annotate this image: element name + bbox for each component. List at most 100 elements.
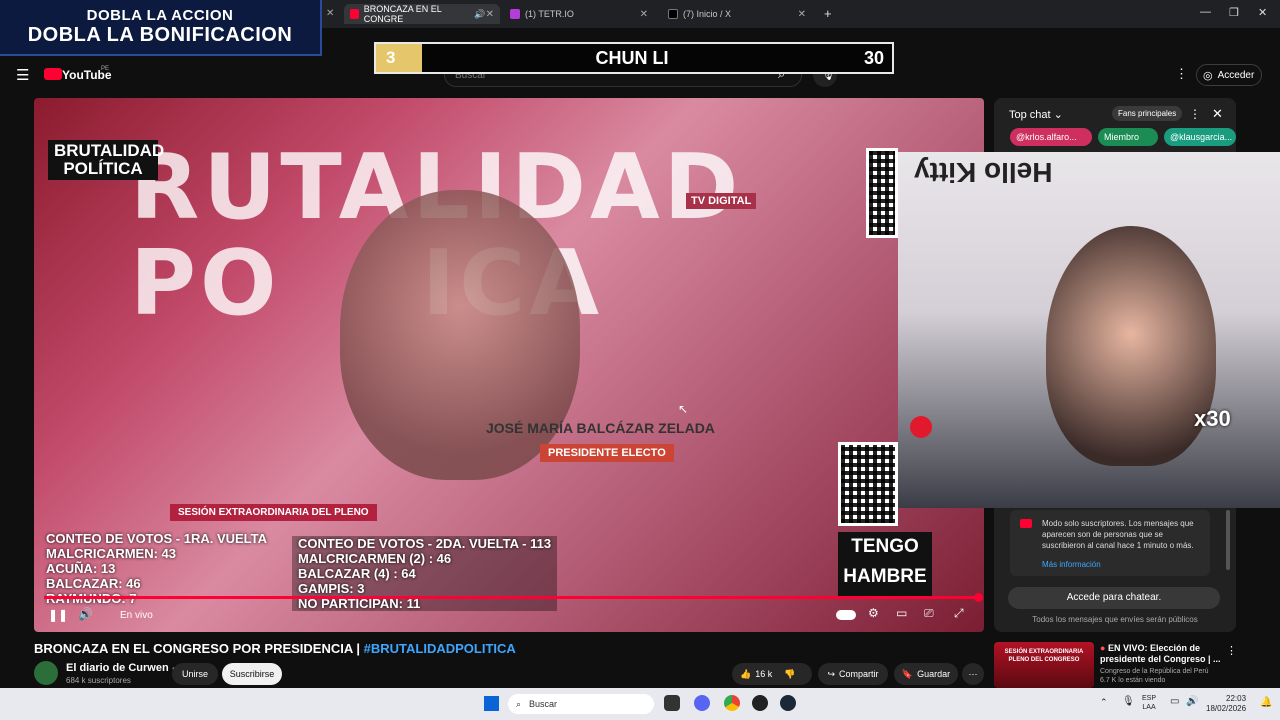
tab-broncaza[interactable]: BRONCAZA EN EL CONGRE 🔊 ✕ — [344, 4, 500, 24]
member-pill[interactable]: Miembro — [1098, 128, 1158, 146]
more-actions-icon[interactable]: ⋯ — [962, 663, 984, 685]
tetrio-favicon-icon — [510, 9, 520, 19]
vote-line: MALCRICARMEN: 43 — [46, 546, 176, 561]
vote-line: CONTEO DE VOTOS - 1RA. VUELTA — [46, 531, 268, 546]
public-messages-note: Todos los mensajes que envíes serán públ… — [1032, 615, 1198, 624]
signin-button[interactable]: ◎ Acceder — [1196, 64, 1262, 86]
clock[interactable]: 22:03 18/02/2026 — [1206, 694, 1246, 714]
share-label: Compartir — [839, 669, 879, 679]
join-button[interactable]: Unirse — [172, 663, 218, 685]
windows-start-icon[interactable] — [484, 696, 499, 711]
promo-line-2: DOBLA LA BONIFICACION — [27, 24, 293, 46]
hungry-line-2: HAMBRE — [843, 566, 927, 587]
tab-label: BRONCAZA EN EL CONGRE — [363, 4, 442, 24]
taskbar-search-input[interactable]: ⌕ Buscar — [508, 694, 654, 714]
session-banner: SESIÓN EXTRAORDINARIA DEL PLENO — [170, 504, 377, 521]
multiplier-badge: x30 — [1194, 406, 1231, 431]
settings-icon[interactable]: ⚙ — [868, 606, 879, 620]
close-tab-icon[interactable]: ✕ — [326, 8, 334, 19]
steam-icon[interactable] — [780, 695, 796, 711]
cast-icon[interactable]: ⎚ — [924, 606, 934, 621]
close-chat-icon[interactable]: ✕ — [1212, 106, 1223, 122]
save-button[interactable]: 🔖 Guardar — [894, 663, 958, 685]
like-count: 16 k — [755, 669, 773, 679]
close-tab-icon[interactable]: ✕ — [486, 9, 494, 20]
subscribe-button[interactable]: Suscribirse — [222, 663, 282, 685]
pause-icon[interactable]: ❚❚ — [48, 608, 68, 622]
chat-scrollbar[interactable] — [1226, 510, 1230, 570]
chat-mode-dropdown[interactable]: Top chat ⌄ — [1009, 108, 1063, 121]
task-view-icon[interactable] — [664, 695, 680, 711]
hashtag-link[interactable]: #BRUTALIDADPOLITICA — [364, 641, 516, 656]
share-button[interactable]: ↪ Compartir — [818, 663, 888, 685]
thumbs-down-icon[interactable]: 👎 — [784, 669, 795, 680]
more-info-link[interactable]: Más información — [1042, 559, 1202, 570]
system-tray-chevron-icon[interactable]: ⌃ — [1100, 697, 1108, 708]
x-favicon-icon — [668, 9, 678, 19]
chrome-icon[interactable] — [724, 695, 740, 711]
minimize-icon[interactable]: — — [1200, 6, 1211, 18]
new-tab-button[interactable]: + — [824, 6, 832, 21]
maximize-icon[interactable]: ❐ — [1229, 6, 1239, 19]
volume-icon[interactable]: 🔊 — [1186, 696, 1198, 707]
qr-code-icon — [866, 148, 898, 238]
notifications-icon[interactable]: 🔔 — [1260, 697, 1272, 708]
vote-count-second-round: CONTEO DE VOTOS - 2DA. VUELTA - 113 MALC… — [292, 536, 558, 611]
chat-user-pill[interactable]: @krlos.alfaro... — [1010, 128, 1092, 146]
live-indicator[interactable]: En vivo — [120, 610, 153, 621]
like-button[interactable]: 👍 16 k 👎 — [732, 663, 812, 685]
autoplay-toggle[interactable] — [836, 610, 856, 620]
related-channel[interactable]: Congreso de la República del Perú — [1100, 667, 1240, 676]
tab-x[interactable]: (7) Inicio / X ✕ — [662, 4, 812, 24]
video-title-text: BRONCAZA EN EL CONGRESO POR PRESIDENCIA … — [34, 641, 364, 656]
obs-icon[interactable] — [752, 695, 768, 711]
progress-scrubber[interactable] — [974, 593, 983, 602]
notice-text: Modo solo suscriptores. Los mensajes que… — [1042, 519, 1194, 550]
player-rank: 3 — [376, 44, 422, 72]
tab-label: (1) TETR.IO — [525, 9, 574, 19]
chat-user-pill[interactable]: @klausgarcia... — [1164, 128, 1236, 146]
theater-mode-icon[interactable]: ▭ — [896, 606, 907, 620]
vote-count-first-round: CONTEO DE VOTOS - 1RA. VUELTA MALCRICARM… — [46, 531, 267, 606]
vote-line: BALCAZAR (4) : 64 — [298, 566, 416, 581]
player-score: 30 — [863, 47, 884, 68]
tab-tetrio[interactable]: (1) TETR.IO ✕ — [504, 4, 654, 24]
account-icon: ◎ — [1203, 69, 1213, 82]
menu-icon[interactable]: ☰ — [16, 66, 29, 84]
network-icon[interactable]: ▭ — [1170, 696, 1179, 707]
top-fans-badge[interactable]: Fans principales — [1112, 106, 1183, 121]
vote-line: MALCRICARMEN (2) : 46 — [298, 551, 452, 566]
window-close-icon[interactable]: ✕ — [1258, 6, 1267, 19]
microphone-icon[interactable]: 🎙 — [1122, 696, 1135, 707]
close-tab-icon[interactable]: ✕ — [798, 9, 806, 20]
discord-icon[interactable] — [694, 695, 710, 711]
speaker-icon: 🔊 — [474, 8, 486, 19]
channel-name-text: El diario de Curwen — [66, 662, 169, 674]
thumbs-up-icon: 👍 — [740, 668, 752, 679]
subscribers-only-notice: Modo solo suscriptores. Los mensajes que… — [1010, 510, 1210, 576]
related-video-title[interactable]: ● EN VIVO: Elección de presidente del Co… — [1100, 643, 1228, 665]
channel-avatar[interactable] — [34, 661, 58, 685]
close-tab-icon[interactable]: ✕ — [640, 9, 648, 20]
time: 22:03 — [1226, 694, 1247, 703]
promo-banner: DOBLA LA ACCION DOBLA LA BONIFICACION — [0, 0, 322, 56]
volume-icon[interactable]: 🔊 — [78, 607, 93, 621]
channel-name[interactable]: El diario de Curwen ✔ — [66, 662, 179, 674]
more-options-icon[interactable]: ⋮ — [1226, 644, 1237, 657]
date: 18/02/2026 — [1206, 704, 1247, 713]
live-dot-icon: ● — [1100, 643, 1106, 653]
taskbar-search-label: Buscar — [529, 699, 558, 709]
sign-in-to-chat-button[interactable]: Accede para chatear. — [1008, 587, 1220, 609]
tab-label: (7) Inicio / X — [683, 9, 732, 19]
video-progress-bar[interactable] — [44, 596, 980, 599]
qr-code-icon — [838, 442, 898, 526]
youtube-logo-icon[interactable] — [44, 68, 62, 80]
search-icon: ⌕ — [516, 698, 522, 709]
more-options-icon[interactable]: ⋮ — [1189, 107, 1201, 121]
region-code: PE — [101, 66, 110, 72]
more-options-icon[interactable]: ⋮ — [1175, 66, 1188, 82]
related-video-thumbnail[interactable]: SESIÓN EXTRAORDINARIA PLENO DEL CONGRESO — [994, 642, 1094, 688]
language-indicator[interactable]: ESP LAA — [1142, 694, 1156, 712]
save-label: Guardar — [917, 669, 951, 679]
fullscreen-icon[interactable]: ⤢ — [954, 606, 964, 621]
